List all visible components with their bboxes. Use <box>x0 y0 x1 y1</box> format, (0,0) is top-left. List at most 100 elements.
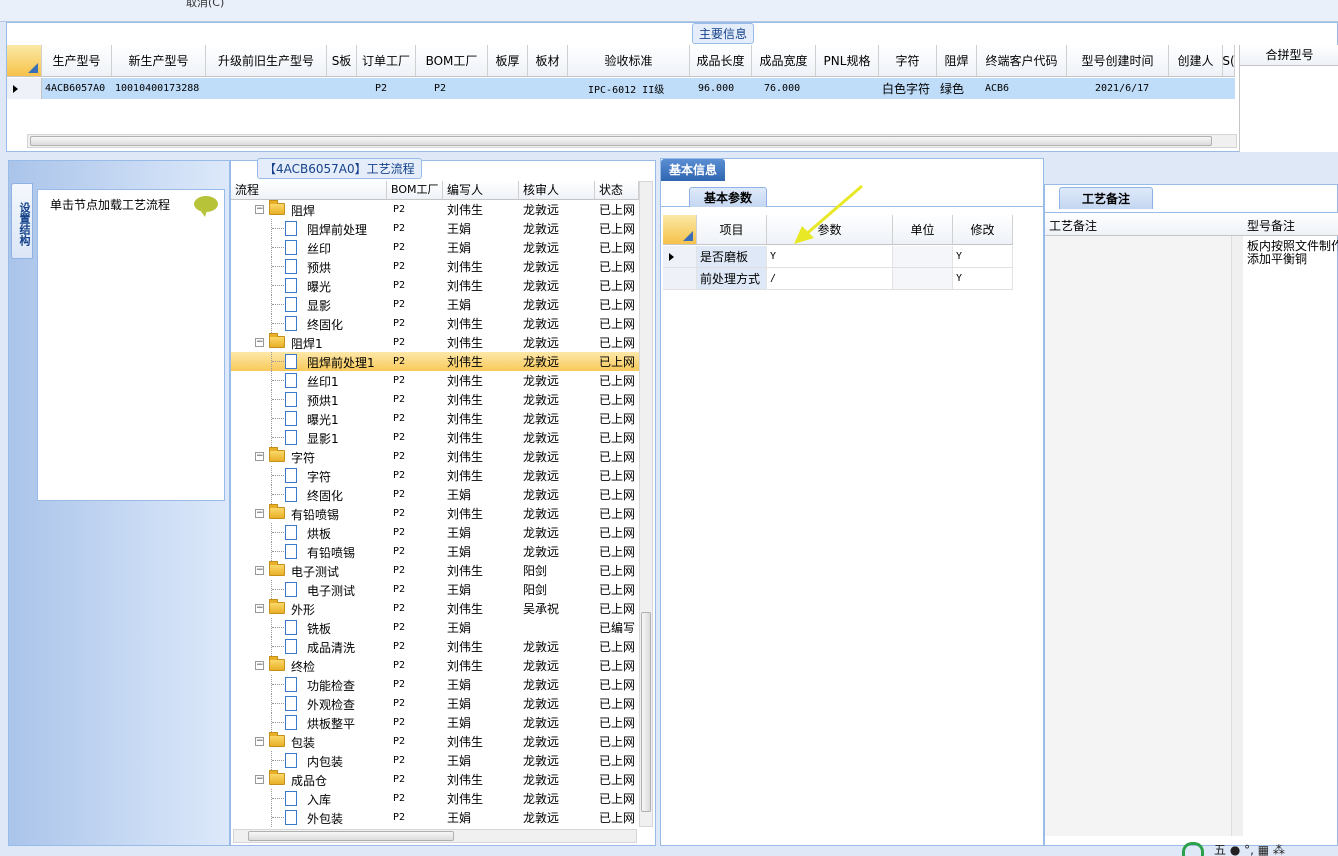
scroll-thumb[interactable] <box>641 612 651 812</box>
tree-node-cell[interactable]: 内包装 <box>231 751 387 770</box>
tree-node-cell[interactable]: − 成品仓 <box>231 770 387 789</box>
tree-node-cell[interactable]: 烘板 <box>231 523 387 542</box>
col-header[interactable]: 成品长度 <box>690 45 752 76</box>
tree-group-row[interactable]: − 有铅喷锡 P2 刘伟生 龙敦远 已上网 <box>231 504 639 523</box>
tree-node-cell[interactable]: − 有铅喷锡 <box>231 504 387 523</box>
cell[interactable]: 绿色 <box>937 78 977 99</box>
tree-group-row[interactable]: − 字符 P2 刘伟生 龙敦远 已上网 <box>231 447 639 466</box>
tree-node-cell[interactable]: − 电子测试 <box>231 561 387 580</box>
tree-leaf-row[interactable]: 有铅喷锡 P2 王娟 龙敦远 已上网 <box>231 542 639 561</box>
collapse-icon[interactable]: − <box>255 205 264 214</box>
col-header[interactable]: 板厚 <box>488 45 528 76</box>
tree-node-cell[interactable]: − 字符 <box>231 447 387 466</box>
tree-leaf-row[interactable]: 功能检查 P2 王娟 龙敦远 已上网 <box>231 675 639 694</box>
cell[interactable] <box>206 78 327 99</box>
cell[interactable] <box>1223 78 1235 99</box>
row-selector[interactable] <box>7 78 42 99</box>
tree-node-cell[interactable]: 显影1 <box>231 428 387 447</box>
tree-node-cell[interactable]: − 阻焊1 <box>231 333 387 352</box>
tree-leaf-row[interactable]: 外观检查 P2 王娟 龙敦远 已上网 <box>231 694 639 713</box>
col-header[interactable]: S( <box>1223 45 1235 76</box>
col-header[interactable]: 生产型号 <box>42 45 112 76</box>
tree-leaf-row[interactable]: 终固化 P2 王娟 龙敦远 已上网 <box>231 485 639 504</box>
structure-settings-tab[interactable]: 设置结构 <box>11 183 33 259</box>
tree-leaf-row[interactable]: 烘板整平 P2 王娟 龙敦远 已上网 <box>231 713 639 732</box>
col-header-reviewer[interactable]: 核审人 <box>519 181 595 199</box>
tree-group-row[interactable]: − 成品仓 P2 刘伟生 龙敦远 已上网 <box>231 770 639 789</box>
main-horizontal-scrollbar[interactable] <box>27 134 1237 148</box>
tree-node-cell[interactable]: 外包装 <box>231 808 387 827</box>
tree-horizontal-scrollbar[interactable] <box>233 829 637 843</box>
cell[interactable]: P2 <box>357 78 416 99</box>
scroll-thumb[interactable] <box>248 831 454 841</box>
collapse-icon[interactable]: − <box>255 338 264 347</box>
tree-node-cell[interactable]: 曝光 <box>231 276 387 295</box>
collapse-icon[interactable]: − <box>255 452 264 461</box>
collapse-icon[interactable]: − <box>255 509 264 518</box>
tree-group-row[interactable]: − 终检 P2 刘伟生 龙敦远 已上网 <box>231 656 639 675</box>
tree-node-cell[interactable]: 功能检查 <box>231 675 387 694</box>
cell[interactable]: ACB6 <box>977 78 1067 99</box>
collapse-icon[interactable]: − <box>255 566 264 575</box>
cell[interactable] <box>327 78 357 99</box>
merge-model-header[interactable]: 合拼型号 <box>1240 45 1338 66</box>
cell[interactable]: 4ACB6057A0 <box>42 78 112 99</box>
cell[interactable] <box>1169 78 1223 99</box>
tree-group-row[interactable]: − 阻焊1 P2 刘伟生 龙敦远 已上网 <box>231 333 639 352</box>
col-header[interactable]: 升级前旧生产型号 <box>206 45 327 76</box>
tree-node-cell[interactable]: − 终检 <box>231 656 387 675</box>
notes-vertical-scrollbar[interactable] <box>1231 236 1243 836</box>
tree-node-cell[interactable]: 丝印1 <box>231 371 387 390</box>
tree-leaf-row[interactable]: 曝光 P2 刘伟生 龙敦远 已上网 <box>231 276 639 295</box>
tree-node-cell[interactable]: 烘板整平 <box>231 713 387 732</box>
col-header[interactable]: 订单工厂 <box>357 45 416 76</box>
col-header-modify[interactable]: 修改 <box>953 215 1013 244</box>
cell[interactable]: 2021/6/17 <box>1067 78 1169 99</box>
col-header[interactable]: 字符 <box>879 45 937 76</box>
param-row[interactable]: 前处理方式 / Y <box>663 268 1013 290</box>
col-header[interactable]: 阻焊 <box>937 45 977 76</box>
row-selector[interactable] <box>663 246 697 267</box>
col-header-writer[interactable]: 编写人 <box>443 181 519 199</box>
tree-node-cell[interactable]: 预烘 <box>231 257 387 276</box>
tree-leaf-row[interactable]: 铣板 P2 王娟 已编写 <box>231 618 639 637</box>
tree-group-row[interactable]: − 阻焊 P2 刘伟生 龙敦远 已上网 <box>231 200 639 219</box>
ime-status-text[interactable]: 五 ● °, ▦ ⁂ <box>1214 841 1285 856</box>
model-notes-text[interactable]: 板内按照文件制作 添加平衡铜 <box>1247 240 1338 266</box>
main-table-row[interactable]: 4ACB6057A0 10010400173288 P2 P2 IPC-6012… <box>7 78 1235 99</box>
col-header[interactable]: 成品宽度 <box>752 45 816 76</box>
tree-leaf-row[interactable]: 预烘 P2 刘伟生 龙敦远 已上网 <box>231 257 639 276</box>
tree-leaf-row[interactable]: 成品清洗 P2 刘伟生 龙敦远 已上网 <box>231 637 639 656</box>
row-selector[interactable] <box>663 268 697 289</box>
tree-group-row[interactable]: − 外形 P2 刘伟生 吴承祝 已上网 <box>231 599 639 618</box>
cell[interactable]: 96.000 <box>690 78 752 99</box>
cell[interactable] <box>816 78 879 99</box>
basic-params-tab[interactable]: 基本参数 <box>689 187 768 207</box>
tree-leaf-row[interactable]: 曝光1 P2 刘伟生 龙敦远 已上网 <box>231 409 639 428</box>
tree-leaf-row[interactable]: 显影 P2 王娟 龙敦远 已上网 <box>231 295 639 314</box>
tree-node-cell[interactable]: 显影 <box>231 295 387 314</box>
tree-leaf-row[interactable]: 外包装 P2 王娟 龙敦远 已上网 <box>231 808 639 827</box>
basic-info-tab[interactable]: 基本信息 <box>661 159 726 181</box>
col-header[interactable]: 终端客户代码 <box>977 45 1067 76</box>
cell[interactable] <box>528 78 568 99</box>
tree-node-cell[interactable]: 成品清洗 <box>231 637 387 656</box>
col-header-item[interactable]: 项目 <box>697 215 767 244</box>
tree-leaf-row[interactable]: 入库 P2 刘伟生 龙敦远 已上网 <box>231 789 639 808</box>
col-header-status[interactable]: 状态 <box>595 181 639 199</box>
select-all-corner[interactable] <box>7 45 42 76</box>
param-modify[interactable]: Y <box>953 246 1013 267</box>
cell[interactable]: 10010400173288 <box>112 78 206 99</box>
tree-node-cell[interactable]: 阻焊前处理 <box>231 219 387 238</box>
col-header[interactable]: 新生产型号 <box>112 45 206 76</box>
cell[interactable]: 76.000 <box>752 78 816 99</box>
cell[interactable] <box>488 78 528 99</box>
collapse-icon[interactable]: − <box>255 661 264 670</box>
process-notes-tab[interactable]: 工艺备注 <box>1059 187 1154 209</box>
tree-leaf-row[interactable]: 电子测试 P2 王娟 阳剑 已上网 <box>231 580 639 599</box>
tree-node-cell[interactable]: 电子测试 <box>231 580 387 599</box>
col-header[interactable]: BOM工厂 <box>416 45 488 76</box>
tree-group-row[interactable]: − 电子测试 P2 刘伟生 阳剑 已上网 <box>231 561 639 580</box>
tree-leaf-row[interactable]: 内包装 P2 王娟 龙敦远 已上网 <box>231 751 639 770</box>
param-value[interactable]: / <box>767 268 893 289</box>
